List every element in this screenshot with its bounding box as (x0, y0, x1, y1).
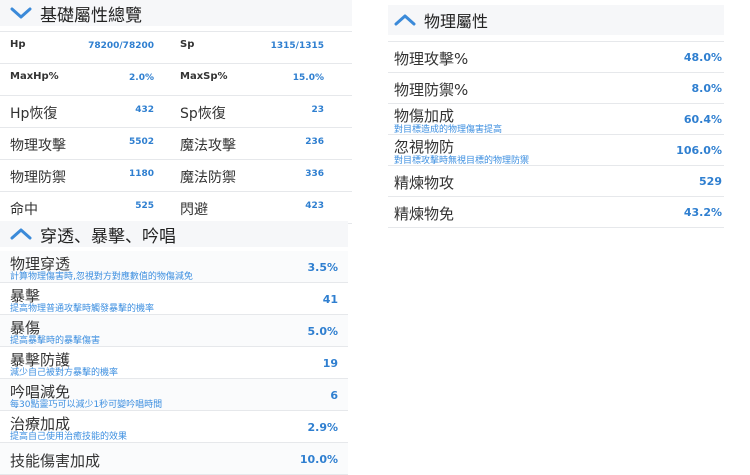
attribute-name: 魔法防禦 (180, 170, 236, 186)
attribute-name: MaxSp% (180, 71, 228, 82)
physical-attributes-list: 物理攻擊% 48.0% 物理防禦% 8.0% 物傷加成 對目標造成的物理傷害提高 60.4%… (388, 41, 724, 228)
attribute-name: Sp (180, 39, 195, 50)
attribute-value: 6 (330, 389, 338, 402)
attribute-value: 23 (311, 105, 324, 115)
attribute-value: 529 (699, 175, 722, 188)
attribute-description: 計算物理傷害時,忽視對方對應數值的物傷減免 (10, 272, 193, 282)
basic-attributes-panel: 基礎屬性總覽 Hp 78200/78200 Sp 1315/1315 MaxHp% 2.0… (0, 0, 352, 224)
penetrate-crit-cast-list: 物理穿透 計算物理傷害時,忽視對方對應數值的物傷減免 3.5% 暴擊 提高物理普通攻擊時… (0, 251, 348, 475)
attribute-name: 物理攻擊 (10, 138, 66, 154)
attribute-name: 物理攻擊% (394, 50, 469, 68)
attribute-value: 60.4% (683, 113, 722, 126)
attribute-description: 減少自己被對方暴擊的機率 (10, 368, 119, 378)
chevron-up-icon[interactable] (394, 13, 416, 27)
attribute-row: 物理防禦% 8.0% (388, 73, 724, 104)
attribute-value: 19 (322, 357, 338, 370)
attribute-description: 提高暴擊時的暴擊傷害 (10, 336, 101, 346)
attribute-value: 8.0% (691, 82, 722, 95)
attribute-row: 暴傷 提高暴擊時的暴擊傷害 5.0% (0, 315, 348, 347)
attribute-name: 物理防禦% (394, 81, 469, 99)
attribute-value: 1315/1315 (270, 41, 324, 51)
physical-attributes-header[interactable]: 物理屬性 (388, 5, 724, 35)
attribute-row: 暴擊防護 減少自己被對方暴擊的機率 19 (0, 347, 348, 379)
attribute-value: 432 (135, 105, 154, 115)
attribute-name: 魔法攻擊 (180, 138, 236, 154)
penetrate-crit-cast-panel: 穿透、暴擊、吟唱 物理穿透 計算物理傷害時,忽視對方對應數值的物傷減免 3.5% 暴擊… (0, 221, 348, 475)
attribute-row: Hp恢復 432 Sp恢復 23 (0, 96, 352, 128)
physical-attributes-title: 物理屬性 (424, 12, 489, 31)
attribute-value: 5.0% (307, 325, 338, 338)
attribute-row: 物理穿透 計算物理傷害時,忽視對方對應數值的物傷減免 3.5% (0, 251, 348, 283)
attribute-row: 物理攻擊% 48.0% (388, 41, 724, 73)
attribute-value: 43.2% (683, 206, 722, 219)
attribute-name: Hp (10, 39, 26, 50)
attribute-value: 15.0% (292, 73, 324, 83)
attribute-row: MaxHp% 2.0% MaxSp% 15.0% (0, 64, 352, 96)
attribute-value: 2.0% (129, 73, 154, 83)
attribute-value: 48.0% (683, 51, 722, 64)
attribute-value: 236 (305, 137, 324, 147)
attribute-name: 閃避 (180, 202, 208, 218)
attribute-value: 10.0% (299, 453, 338, 466)
attribute-name: MaxHp% (10, 71, 59, 82)
attribute-value: 1180 (128, 169, 154, 179)
attribute-value: 41 (322, 293, 338, 306)
attribute-value: 3.5% (307, 261, 338, 274)
attribute-name: 精煉物攻 (394, 174, 455, 192)
attribute-value: 525 (135, 201, 154, 211)
penetrate-crit-cast-title: 穿透、暴擊、吟唱 (40, 226, 176, 247)
attribute-name: Sp恢復 (180, 106, 226, 122)
attribute-name: 命中 (10, 202, 38, 218)
attribute-row: 治療加成 提高自己使用治癒技能的效果 2.9% (0, 411, 348, 443)
basic-attributes-table: Hp 78200/78200 Sp 1315/1315 MaxHp% 2.0% MaxSp%… (0, 31, 352, 224)
attribute-name: 物理防禦 (10, 170, 66, 186)
attribute-row: 物傷加成 對目標造成的物理傷害提高 60.4% (388, 104, 724, 135)
attribute-description: 對目標造成的物理傷害提高 (394, 125, 503, 135)
attribute-row: 命中 525 閃避 423 (0, 192, 352, 224)
attribute-row: 物理防禦 1180 魔法防禦 336 (0, 160, 352, 192)
attribute-value: 2.9% (307, 421, 338, 434)
attribute-description: 每30點靈巧可以減少1秒可變吟唱時間 (10, 400, 163, 410)
basic-attributes-title: 基礎屬性總覽 (40, 5, 142, 26)
attribute-row: 精煉物免 43.2% (388, 197, 724, 228)
basic-attributes-header[interactable]: 基礎屬性總覽 (0, 0, 352, 26)
attribute-name: 精煉物免 (394, 205, 455, 223)
attribute-value: 78200/78200 (88, 41, 154, 51)
physical-attributes-panel: 物理屬性 物理攻擊% 48.0% 物理防禦% 8.0% 物傷加成 對目標造成的物理傷害提高… (388, 5, 724, 228)
attribute-row: 物理攻擊 5502 魔法攻擊 236 (0, 128, 352, 160)
attribute-name: Hp恢復 (10, 106, 58, 122)
attribute-value: 423 (305, 201, 324, 211)
chevron-up-icon[interactable] (10, 227, 32, 241)
attribute-row: Hp 78200/78200 Sp 1315/1315 (0, 31, 352, 64)
penetrate-crit-cast-header[interactable]: 穿透、暴擊、吟唱 (0, 221, 348, 247)
attribute-row: 忽視物防 對目標攻擊時無視目標的物理防禦 106.0% (388, 135, 724, 166)
chevron-down-icon[interactable] (10, 6, 32, 20)
attribute-description: 提高自己使用治癒技能的效果 (10, 432, 128, 442)
attribute-row: 技能傷害加成 10.0% (0, 443, 348, 475)
attribute-value: 336 (305, 169, 324, 179)
attribute-row: 吟唱減免 每30點靈巧可以減少1秒可變吟唱時間 6 (0, 379, 348, 411)
attribute-row: 暴擊 提高物理普通攻擊時觸發暴擊的機率 41 (0, 283, 348, 315)
attribute-value: 5502 (128, 137, 154, 147)
attribute-name: 技能傷害加成 (10, 452, 101, 470)
attribute-value: 106.0% (676, 144, 722, 157)
attribute-description: 提高物理普通攻擊時觸發暴擊的機率 (10, 304, 155, 314)
attribute-description: 對目標攻擊時無視目標的物理防禦 (394, 156, 530, 166)
attribute-row: 精煉物攻 529 (388, 166, 724, 197)
